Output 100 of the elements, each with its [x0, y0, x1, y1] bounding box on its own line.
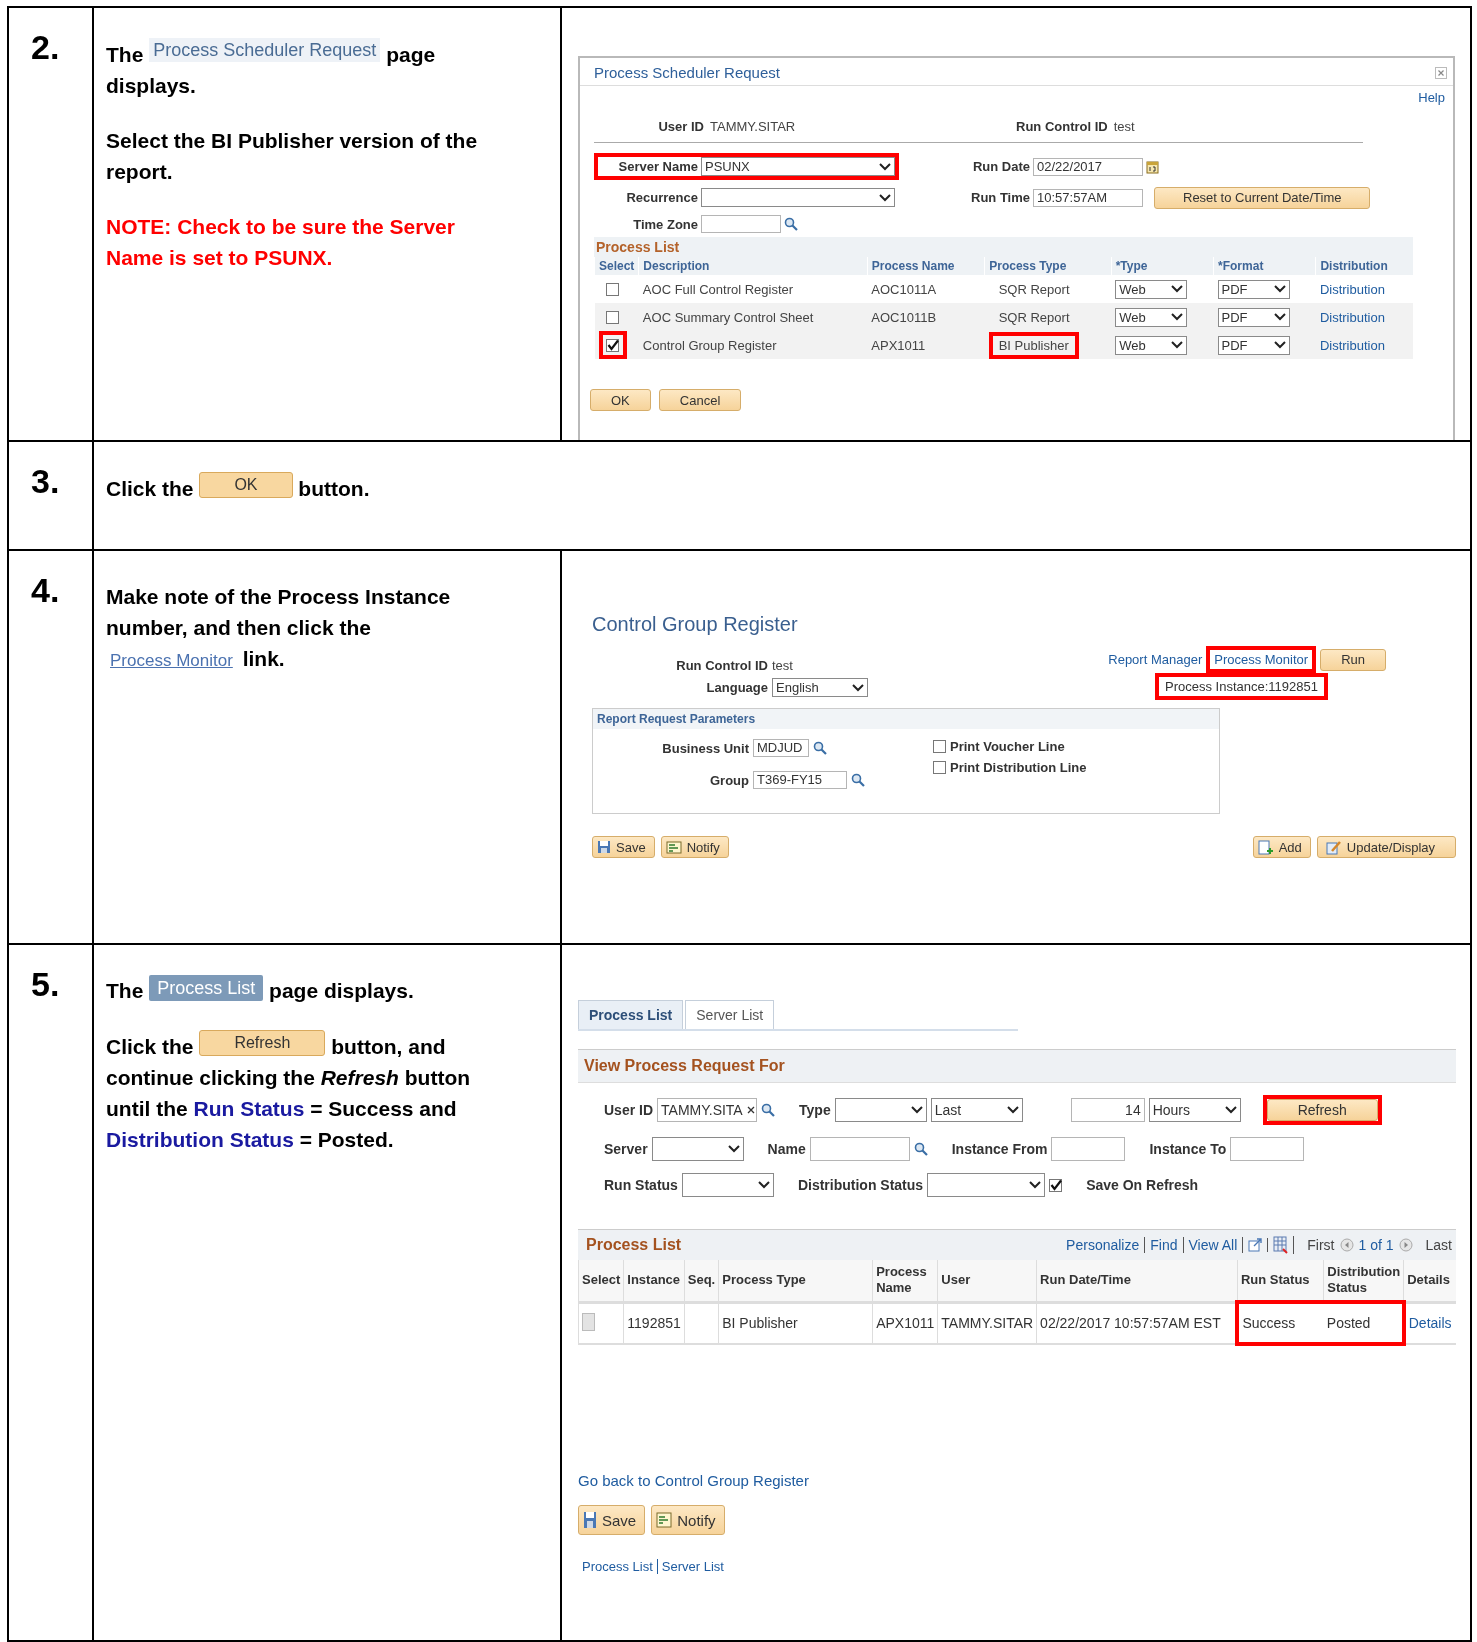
time-field[interactable]: 10:57:57AM [1033, 188, 1143, 207]
dialog-button[interactable]: Cancel [658, 389, 742, 411]
dropdown[interactable]: Web [1115, 307, 1188, 327]
chevron-icon [1029, 1181, 1042, 1189]
text-field[interactable]: TAMMY.SITA [657, 1098, 758, 1122]
toolbar-button[interactable]: Notify [660, 836, 729, 858]
field-label: User ID [657, 119, 704, 134]
report-manager-link[interactable]: Report Manager [1108, 652, 1203, 667]
dropdown[interactable]: Hours [1148, 1098, 1241, 1122]
toolbar-button[interactable]: Add [1252, 836, 1311, 858]
previous-icon[interactable] [1339, 1238, 1354, 1252]
help-link[interactable]: Help [1418, 90, 1445, 105]
highlighted-table-cell-text: SQR Report [997, 308, 1071, 327]
bottom-link[interactable]: Server List [656, 1559, 728, 1574]
column-header: Process Name [876, 1264, 927, 1296]
dropdown[interactable]: Web [1115, 335, 1188, 355]
time-zone-field[interactable] [701, 215, 781, 233]
distribution-link[interactable]: Distribution [1319, 281, 1385, 297]
text-field[interactable] [1051, 1137, 1126, 1161]
grid-link[interactable]: View All [1188, 1237, 1244, 1253]
panel-title: Report Request Parameters [593, 709, 1219, 729]
date-field[interactable]: 02/22/2017 [1033, 157, 1143, 176]
text-field[interactable] [1230, 1137, 1305, 1161]
toolbar-button[interactable]: Update/Display [1316, 836, 1456, 858]
dropdown[interactable] [651, 1137, 744, 1161]
back-link[interactable]: Go back to Control Group Register [578, 1472, 809, 1489]
dropdown[interactable]: English [772, 678, 868, 697]
dropdown[interactable] [834, 1098, 927, 1122]
calendar-icon[interactable] [1146, 159, 1159, 174]
button-image: Refresh [199, 1030, 326, 1056]
tab[interactable]: Process List [578, 1000, 684, 1029]
table-cell: BI Publisher [722, 1315, 798, 1332]
new-window-icon[interactable] [1248, 1238, 1269, 1252]
field-label: Distribution Status [797, 1177, 924, 1193]
search-icon[interactable] [913, 1142, 928, 1156]
text-field[interactable]: T369-FY15 [753, 771, 847, 789]
column-header: Instance [627, 1272, 681, 1288]
process-monitor-link[interactable]: Process Monitor [1206, 646, 1317, 673]
search-icon[interactable] [784, 217, 798, 231]
search-icon[interactable] [761, 1103, 776, 1117]
field-label: Group [709, 772, 749, 788]
instruction-text: report. [106, 160, 173, 183]
close-icon[interactable] [1435, 66, 1447, 79]
link-image: Process Monitor [109, 650, 234, 672]
chevron-icon [852, 683, 864, 692]
next-icon[interactable] [1398, 1238, 1413, 1252]
checkbox[interactable] [933, 761, 946, 774]
instruction-text: The [106, 43, 144, 66]
checkbox[interactable] [582, 1312, 595, 1331]
tab[interactable]: Server List [685, 1000, 775, 1029]
highlighted-table-cell: Success [1237, 1302, 1324, 1344]
grid-link[interactable]: Find [1150, 1237, 1184, 1253]
field-label: Instance From [951, 1141, 1048, 1157]
text-field[interactable]: MDJUD [753, 739, 809, 757]
dropdown[interactable]: PDF [1217, 279, 1290, 299]
field-label: Run Control ID [1016, 119, 1108, 134]
reset-button[interactable]: Reset to Current Date/Time [1154, 186, 1371, 209]
dropdown[interactable]: Last [930, 1098, 1023, 1122]
highlighted-table-cell: BI Publisher [988, 331, 1079, 359]
details-link[interactable]: Details [1408, 1315, 1452, 1332]
chevron-icon [1273, 285, 1286, 293]
note-icon [665, 840, 682, 854]
checkbox[interactable] [933, 740, 946, 753]
grid-link[interactable]: Personalize [1066, 1237, 1146, 1253]
dropdown[interactable]: Web [1115, 279, 1188, 299]
text-field[interactable] [809, 1137, 910, 1161]
instruction-text: page [386, 43, 436, 66]
bottom-link[interactable]: Process List [578, 1559, 657, 1574]
dropdown[interactable]: PSUNX [701, 157, 895, 176]
spreadsheet-icon[interactable] [1273, 1236, 1295, 1254]
clear-icon[interactable] [746, 1106, 755, 1114]
toolbar-button[interactable]: Save [592, 836, 655, 858]
field-label: Type [799, 1102, 831, 1118]
column-header: Process Name [867, 257, 985, 275]
checkbox[interactable] [606, 310, 619, 324]
field-label: Name [767, 1141, 806, 1157]
checkbox[interactable] [1049, 1178, 1063, 1192]
checkbox[interactable] [606, 282, 619, 296]
instruction-text: Click the [106, 477, 194, 500]
field-label: Language [705, 680, 768, 695]
chevron-icon [1171, 313, 1184, 321]
table-cell: 02/22/2017 10:57:57AM EST [1040, 1315, 1221, 1332]
search-icon[interactable] [813, 741, 827, 755]
dropdown[interactable]: PDF [1217, 335, 1290, 355]
checkbox[interactable] [606, 338, 619, 352]
toolbar-button[interactable]: Notify [651, 1505, 725, 1535]
instruction-text: Select the BI Publisher version of the [106, 129, 478, 152]
checkbox-label: Print Distribution Line [950, 760, 1087, 775]
dialog-button[interactable]: OK [590, 389, 651, 411]
dropdown[interactable]: PDF [1217, 307, 1290, 327]
instruction-text: link. [242, 647, 285, 670]
search-icon[interactable] [851, 773, 865, 787]
dropdown[interactable] [701, 188, 895, 207]
run-button[interactable]: Run [1320, 648, 1386, 671]
dropdown[interactable] [681, 1173, 774, 1197]
refresh-button[interactable]: Refresh [1266, 1099, 1378, 1121]
chevron-icon [727, 1145, 740, 1153]
number-field[interactable]: 14 [1070, 1098, 1145, 1122]
toolbar-button[interactable]: Save [578, 1505, 646, 1535]
column-header: Details [1407, 1272, 1450, 1288]
